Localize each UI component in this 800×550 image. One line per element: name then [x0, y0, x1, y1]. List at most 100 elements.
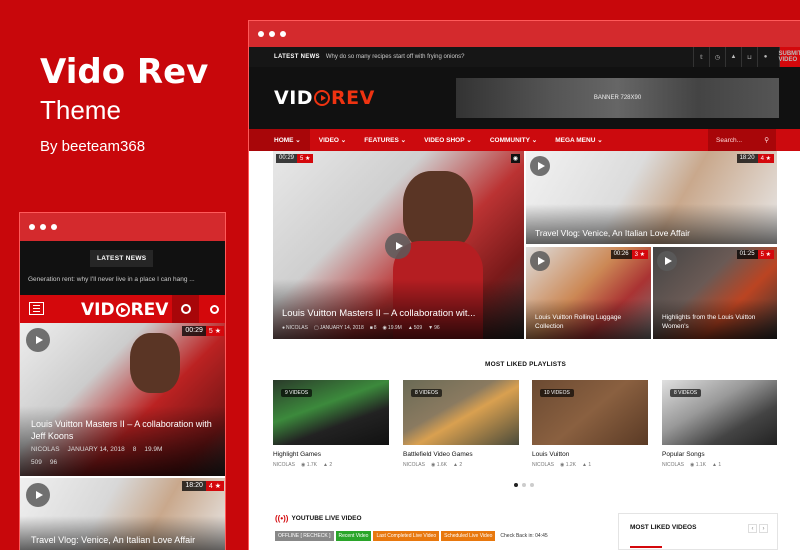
user-icon[interactable] — [172, 295, 199, 323]
playlist-card[interactable]: 9 VIDEOS Highlight Games NICOLAS ◉ 1.7K ▲ … — [273, 380, 389, 468]
likes: 509 — [413, 325, 423, 331]
mobile-header: VID REV — [20, 295, 225, 323]
hamburger-menu-icon[interactable] — [29, 302, 44, 315]
window-dot[interactable] — [40, 224, 46, 230]
playlist-card[interactable]: 8 VIDEOS Battlefield Video Games NICOLAS… — [403, 380, 519, 468]
playlist-name[interactable]: Highlight Games — [273, 451, 389, 458]
playlist-thumbnail[interactable]: 8 VIDEOS — [662, 380, 777, 445]
featured-top-right[interactable]: 18:20 4 ★ Travel Vlog: Venice, An Italian… — [526, 151, 777, 244]
last-completed-button[interactable]: Last Completed Live Video — [373, 531, 440, 541]
search-placeholder: Search... — [716, 136, 743, 144]
author[interactable]: NICOLAS — [532, 462, 554, 468]
mobile-video-title[interactable]: Louis Vuitton Masters II – A collaborati… — [31, 418, 221, 442]
search-input[interactable]: Search... ⚲ — [708, 129, 776, 151]
ad-banner[interactable]: BANNER 728X90 — [456, 78, 779, 118]
window-dot[interactable] — [258, 31, 264, 37]
featured-bottom-right[interactable]: 01:25 5 ★ Highlights from the Louis Vuitt… — [653, 247, 777, 339]
twitter-icon[interactable]: 𝕥 — [693, 47, 709, 67]
play-icon[interactable] — [385, 233, 411, 259]
user-icon[interactable]: ● — [757, 47, 773, 67]
playlist-name[interactable]: Louis Vuitton — [532, 451, 648, 458]
playlist-thumbnail[interactable]: 8 VIDEOS — [403, 380, 519, 445]
video-count: 8 VIDEOS — [670, 389, 702, 397]
window-dot[interactable] — [51, 224, 57, 230]
mobile-video-1[interactable]: 00:29 5 ★ Louis Vuitton Masters II – A co… — [20, 323, 225, 476]
carousel-dot[interactable] — [514, 483, 518, 487]
window-dot[interactable] — [29, 224, 35, 230]
playlist-card[interactable]: 8 VIDEOS Popular Songs NICOLAS ◉ 1.1K ▲ 1 — [662, 380, 777, 468]
window-dot[interactable] — [280, 31, 286, 37]
mobile-video-meta: NICOLAS JANUARY 14, 2018 8 19.9M — [31, 446, 162, 453]
tile-title[interactable]: Louis Vuitton Rolling Luggage Collection — [535, 313, 647, 331]
play-icon[interactable] — [530, 156, 550, 176]
nav-item-mega-menu[interactable]: MEGA MENU ⌄ — [546, 129, 611, 151]
likes: 1 — [588, 462, 592, 468]
tile-title[interactable]: Highlights from the Louis Vuitton Women'… — [662, 313, 774, 331]
submit-video-button[interactable]: SUBMIT VIDEO — [779, 47, 800, 67]
thumb-up-icon: ▲ 2 — [453, 462, 463, 468]
featured-bottom-left[interactable]: 00:26 3 ★ Louis Vuitton Rolling Luggage C… — [526, 247, 651, 339]
video-badge: 00:29 5 ★ — [182, 326, 224, 336]
playlist-name[interactable]: Battlefield Video Games — [403, 451, 519, 458]
main-nav: HOME ⌄ VIDEO ⌄ FEATURES ⌄ VIDEO SHOP ⌄ C… — [249, 129, 800, 151]
nav-label: COMMUNITY — [489, 136, 530, 144]
scheduled-live-button[interactable]: Scheduled Live Video — [441, 531, 496, 541]
chevron-left-icon[interactable]: ‹ — [748, 524, 757, 533]
cart-icon[interactable]: ⊔ — [741, 47, 757, 67]
ticker-text[interactable]: Why do so many recipes start off with fr… — [326, 54, 465, 60]
carousel-dot[interactable] — [522, 483, 526, 487]
author[interactable]: NICOLAS — [403, 462, 425, 468]
play-icon[interactable] — [26, 483, 50, 507]
broadcast-icon: ((•)) — [275, 514, 289, 523]
playlists-title: MOST LIKED PLAYLISTS — [485, 361, 567, 368]
eye-icon: ◉ 1.6K — [430, 462, 448, 468]
nav-item-video[interactable]: VIDEO ⌄ — [310, 129, 356, 151]
camera-icon[interactable]: ◉ — [511, 154, 520, 163]
play-icon[interactable] — [530, 251, 550, 271]
author[interactable]: NICOLAS — [273, 462, 295, 468]
playlist-card[interactable]: 10 VIDEOS Louis Vuitton NICOLAS ◉ 1.2K ▲ 1 — [532, 380, 648, 468]
site-logo[interactable]: VID REV — [274, 87, 375, 109]
eye-icon: ◉ 1.2K — [559, 462, 577, 468]
video-count: 8 VIDEOS — [411, 389, 443, 397]
tile-title[interactable]: Travel Vlog: Venice, An Italian Love Aff… — [535, 228, 690, 238]
logo-vid: VID — [81, 300, 115, 320]
featured-title[interactable]: Louis Vuitton Masters II – A collaborati… — [282, 308, 475, 319]
playlist-meta: NICOLAS ◉ 1.1K ▲ 1 — [662, 462, 777, 468]
carousel-dot[interactable] — [530, 483, 534, 487]
nav-item-community[interactable]: COMMUNITY ⌄ — [481, 129, 546, 151]
playlist-thumbnail[interactable]: 10 VIDEOS — [532, 380, 648, 445]
video-badge: 18:20 4 ★ — [182, 481, 224, 491]
playlist-thumbnail[interactable]: 9 VIDEOS — [273, 380, 389, 445]
video-count: 9 VIDEOS — [281, 389, 313, 397]
comments: 8 — [373, 325, 377, 331]
author[interactable]: NICOLAS — [31, 446, 60, 453]
play-icon[interactable] — [26, 328, 50, 352]
window-dot[interactable] — [269, 31, 275, 37]
search-icon[interactable] — [202, 295, 225, 323]
playlist-name[interactable]: Popular Songs — [662, 451, 777, 458]
recent-video-button[interactable]: Recent Video — [335, 531, 372, 541]
bell-icon[interactable]: ▲ — [725, 47, 741, 67]
nav-item-video-shop[interactable]: VIDEO SHOP ⌄ — [415, 129, 481, 151]
mobile-video-title[interactable]: Travel Vlog: Venice, An Italian Love Aff… — [31, 535, 195, 545]
clock-icon[interactable]: ◷ — [709, 47, 725, 67]
mobile-video-2[interactable]: 18:20 4 ★ Travel Vlog: Venice, An Italian… — [20, 478, 225, 550]
play-icon[interactable] — [657, 251, 677, 271]
author[interactable]: NICOLAS — [286, 325, 308, 331]
nav-item-home[interactable]: HOME ⌄ — [249, 129, 310, 151]
search-icon[interactable]: ⚲ — [764, 136, 769, 144]
mobile-ticker-text[interactable]: Generation rent: why I'll never live in … — [28, 276, 195, 283]
author[interactable]: NICOLAS — [662, 462, 684, 468]
nav-item-features[interactable]: FEATURES ⌄ — [355, 129, 415, 151]
eye-icon: ◉ — [382, 325, 387, 331]
offline-recheck-button[interactable]: OFFLINE [ RECHECK ] — [275, 531, 334, 541]
comments: 8 — [132, 446, 137, 453]
views: 1.7K — [306, 462, 318, 468]
chevron-right-icon[interactable]: › — [759, 524, 768, 533]
mobile-news-bar: LATEST NEWS Generation rent: why I'll ne… — [20, 241, 225, 295]
window-titlebar — [249, 21, 800, 47]
featured-main[interactable]: 00:29 5 ★ ◉ Louis Vuitton Masters II – A … — [273, 151, 524, 339]
rating: 5 ★ — [297, 154, 314, 163]
mobile-logo[interactable]: VID REV — [81, 300, 168, 320]
